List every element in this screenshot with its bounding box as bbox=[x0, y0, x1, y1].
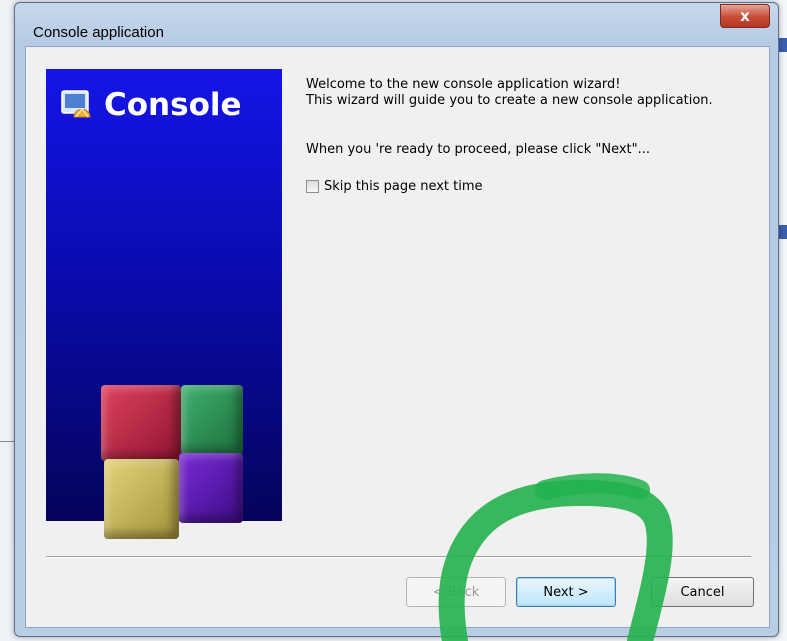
welcome-line: Welcome to the new console application w… bbox=[306, 77, 621, 92]
console-logo-icon bbox=[61, 90, 91, 118]
purple-cube-icon bbox=[179, 453, 243, 523]
background-divider bbox=[0, 441, 15, 442]
dialog-title: Console application bbox=[33, 24, 164, 41]
dialog-client-area: Console Welcome to the new console appli… bbox=[25, 46, 770, 628]
back-button[interactable]: < Back bbox=[406, 577, 506, 607]
red-cube-icon bbox=[101, 385, 181, 461]
button-separator bbox=[46, 556, 751, 558]
wizard-banner: Console bbox=[46, 69, 282, 539]
proceed-instructions: When you 're ready to proceed, please cl… bbox=[306, 142, 651, 157]
skip-page-label[interactable]: Skip this page next time bbox=[324, 179, 483, 194]
next-button[interactable]: Next > bbox=[516, 577, 616, 607]
green-cube-icon bbox=[181, 385, 243, 455]
welcome-line: This wizard will guide you to create a n… bbox=[306, 93, 713, 108]
skip-page-checkbox[interactable] bbox=[306, 180, 319, 193]
skip-page-option[interactable]: Skip this page next time bbox=[306, 179, 483, 194]
close-button[interactable]: x bbox=[720, 4, 770, 28]
cancel-button[interactable]: Cancel bbox=[651, 577, 754, 607]
console-application-dialog: Console application x Console Welcome to… bbox=[14, 2, 779, 637]
welcome-text: Welcome to the new console application w… bbox=[306, 77, 756, 109]
close-icon: x bbox=[740, 7, 750, 25]
banner-title: Console bbox=[104, 87, 242, 123]
yellow-cube-icon bbox=[104, 459, 179, 539]
